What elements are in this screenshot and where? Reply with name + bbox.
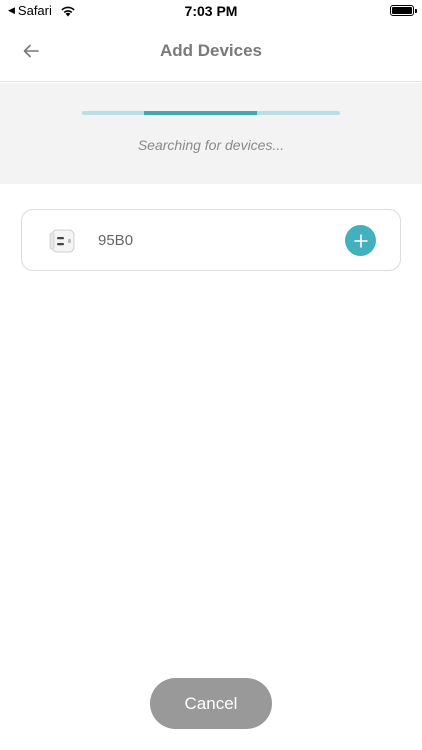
cancel-button[interactable]: Cancel bbox=[150, 678, 272, 729]
device-name: 95B0 bbox=[98, 232, 134, 249]
searching-status-text: Searching for devices... bbox=[137, 137, 285, 153]
battery-icon bbox=[390, 5, 417, 16]
search-progress-bar bbox=[82, 111, 340, 115]
nav-bar: Add Devices bbox=[0, 22, 422, 82]
add-device-button[interactable] bbox=[345, 225, 376, 256]
device-list-item[interactable]: 95B0 bbox=[21, 209, 401, 271]
plus-icon bbox=[353, 233, 368, 248]
search-banner: Searching for devices... bbox=[0, 83, 422, 184]
smart-plug-icon bbox=[49, 229, 75, 253]
page-title: Add Devices bbox=[159, 41, 263, 60]
status-bar: ◀ Safari 7:03 PM bbox=[0, 0, 422, 22]
status-time: 7:03 PM bbox=[184, 3, 238, 19]
search-progress-fill bbox=[143, 111, 258, 115]
